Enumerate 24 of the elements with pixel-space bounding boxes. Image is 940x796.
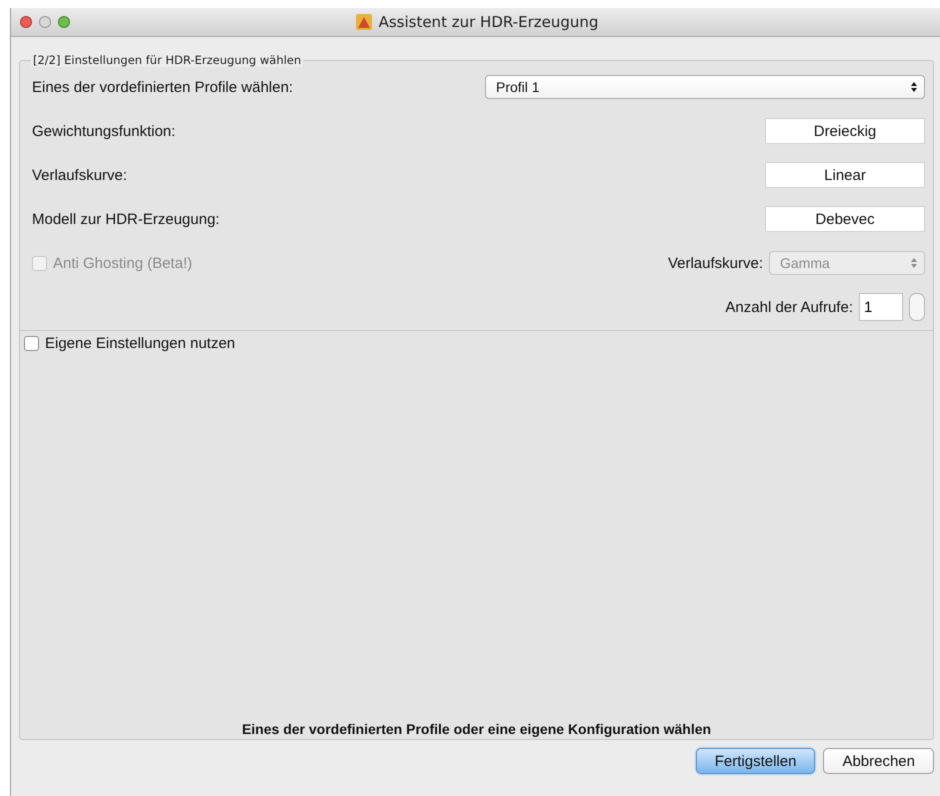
- dialog-button[interactable]: Fertigstellen: [696, 748, 816, 774]
- value-field[interactable]: Linear: [765, 162, 925, 188]
- up-down-arrows-icon: [910, 257, 918, 269]
- field-label: Modell zur HDR-Erzeugung:: [32, 210, 220, 228]
- value-field[interactable]: Debevec: [765, 206, 925, 232]
- status-text: Eines der vordefinierten Profile oder eine eigene Konfiguration wählen: [240, 721, 712, 739]
- app-icon: [354, 13, 373, 31]
- group-title: [2/2] Einstellungen für HDR-Erzeugung wählen: [31, 53, 304, 67]
- value-field[interactable]: Dreieckig: [765, 118, 925, 144]
- checkbox[interactable]: Eigene Einstellungen nutzen: [24, 335, 236, 352]
- zoom-button[interactable]: [58, 16, 70, 28]
- field-label: Eines der vordefinierten Profile wählen:: [32, 78, 293, 96]
- dialog-button[interactable]: Abbrechen: [823, 748, 934, 774]
- field-label: Verlaufskurve:: [32, 166, 128, 184]
- profile-dropdown[interactable]: Profil 1: [485, 75, 925, 99]
- window-title: Assistent zur HDR-Erzeugung: [378, 13, 598, 31]
- close-button[interactable]: [20, 16, 32, 28]
- minimize-button[interactable]: [39, 16, 51, 28]
- number-field[interactable]: 1: [859, 293, 903, 321]
- field-label: Verlaufskurve:: [668, 254, 763, 272]
- field-label: Gewichtungsfunktion:: [32, 122, 176, 140]
- field-label: Anzahl der Aufrufe:: [725, 298, 853, 316]
- stepper[interactable]: [909, 293, 925, 321]
- up-down-arrows-icon: [910, 81, 918, 93]
